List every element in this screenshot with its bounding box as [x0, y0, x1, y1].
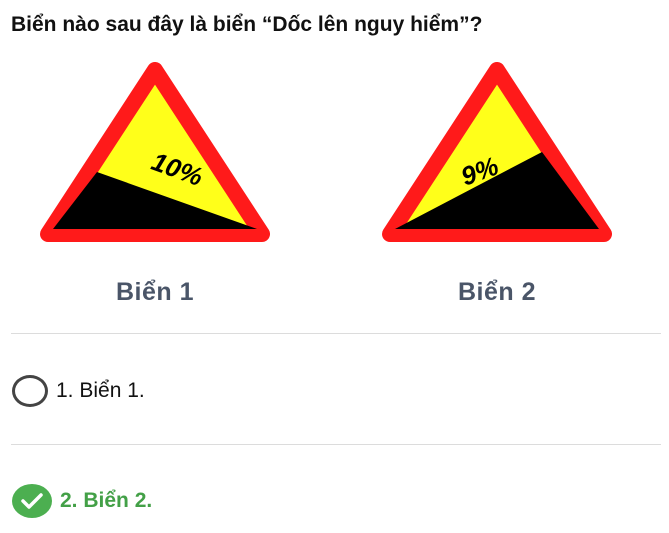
radio-empty-icon[interactable]: [12, 375, 48, 407]
answer-option-2[interactable]: 2. Biển 2.: [12, 481, 152, 521]
sign-2: 9% Biển 2: [382, 62, 612, 312]
check-circle-icon[interactable]: [12, 484, 52, 518]
sign-2-caption: Biển 2: [457, 278, 537, 306]
checkmark-icon: [21, 493, 43, 509]
sign-2-uphill-triangle: 9%: [382, 62, 612, 242]
divider: [11, 333, 661, 334]
answer-option-1-label: 1. Biển 1.: [56, 379, 145, 402]
divider: [11, 444, 661, 445]
sign-1-caption: Biển 1: [115, 278, 195, 306]
answer-option-2-label: 2. Biển 2.: [60, 489, 153, 512]
question-text: Biển nào sau đây là biển “Dốc lên nguy h…: [11, 13, 483, 36]
sign-1-uphill-triangle: 10%: [40, 62, 270, 242]
sign-1: 10% Biển 1: [40, 62, 270, 312]
answer-option-1[interactable]: 1. Biển 1.: [12, 371, 145, 411]
